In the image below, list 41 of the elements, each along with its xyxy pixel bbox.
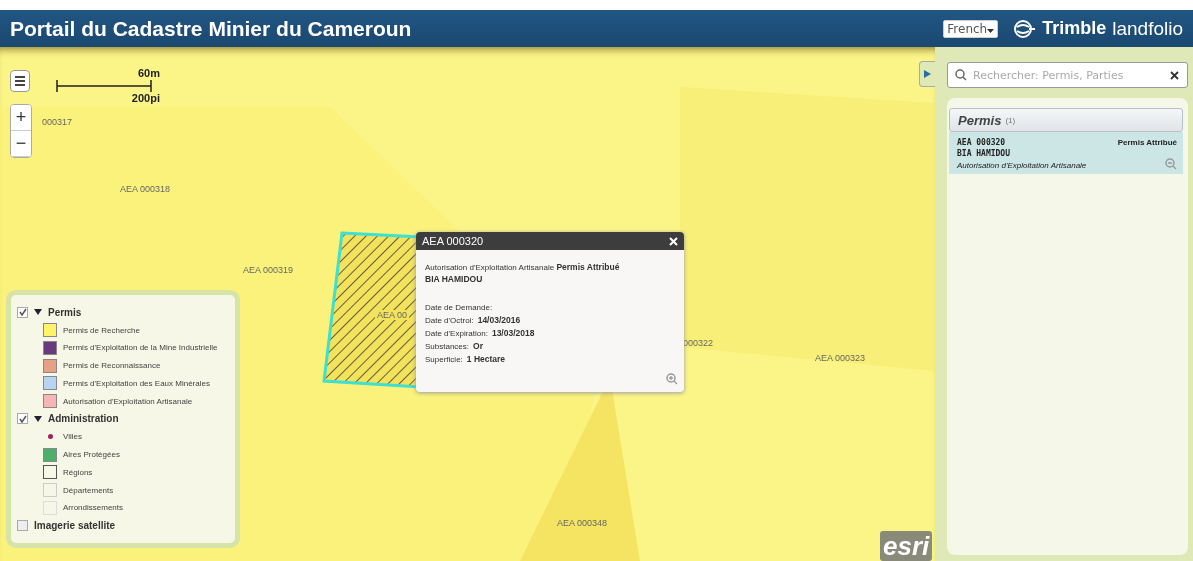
- parcel-label: AEA 000323: [815, 353, 866, 363]
- field-label: Substances:: [425, 342, 470, 351]
- legend-label: Permis de Recherche: [63, 325, 140, 335]
- legend-label: Permis de Reconnaissance: [63, 361, 161, 371]
- attribution-logo: esri: [880, 531, 933, 561]
- parcel-label: AEA 00: [375, 310, 410, 320]
- legend-label: Permis d'Exploitation de la Mine Industrielle: [63, 343, 218, 353]
- results-title: Permis: [958, 112, 1002, 128]
- scale-metric: 60m: [137, 68, 160, 79]
- popup-title: AEA 000320: [422, 235, 484, 247]
- results-count: (1): [1005, 115, 1016, 125]
- field-label: Date d'Expiration:: [425, 329, 488, 338]
- permit-holder: BIA HAMIDOU: [425, 274, 484, 285]
- layer-group-label: Administration: [48, 413, 119, 425]
- field-value: 14/03/2016: [477, 315, 521, 325]
- field-value: 13/03/2018: [491, 328, 535, 338]
- legend-label: Régions: [63, 467, 93, 477]
- layer-group-label: Permis: [48, 306, 82, 318]
- legend-label: Autorisation d'Exploitation Artisanale: [63, 396, 193, 406]
- scale-imperial: 200pi: [131, 93, 160, 104]
- permit-status: Permis Attribué: [556, 262, 620, 272]
- parcel-label: 000322: [683, 338, 714, 348]
- field-label: Superficie:: [425, 355, 463, 364]
- parcel-label: AEA 000319: [243, 265, 294, 275]
- legend-label: Aires Protégées: [63, 450, 120, 459]
- legend-label: Permis d'Exploitation des Eaux Minérales: [63, 378, 210, 388]
- field-label: Date d'Octroi:: [425, 316, 474, 325]
- layer-label: Imagerie satellite: [34, 520, 116, 532]
- parcel-label: AEA 000318: [120, 184, 171, 194]
- field-value: Or: [473, 341, 483, 351]
- parcel-label: 000317: [42, 117, 73, 127]
- product-name: landfolio: [1112, 17, 1183, 40]
- legend-label: Départements: [63, 485, 114, 495]
- app-title: Portail du Cadastre Minier du Cameroun: [10, 16, 412, 41]
- permit-type: Autorisation d'Exploitation Artisanale: [425, 263, 555, 272]
- parcel-label: AEA 000348: [557, 518, 608, 528]
- field-label: Date de Demande:: [425, 303, 493, 312]
- legend-label: Villes: [63, 432, 82, 442]
- legend-label: Arrondissements: [63, 503, 124, 513]
- field-value: 1 Hectare: [466, 354, 506, 364]
- brand-name: Trimble: [1042, 18, 1107, 39]
